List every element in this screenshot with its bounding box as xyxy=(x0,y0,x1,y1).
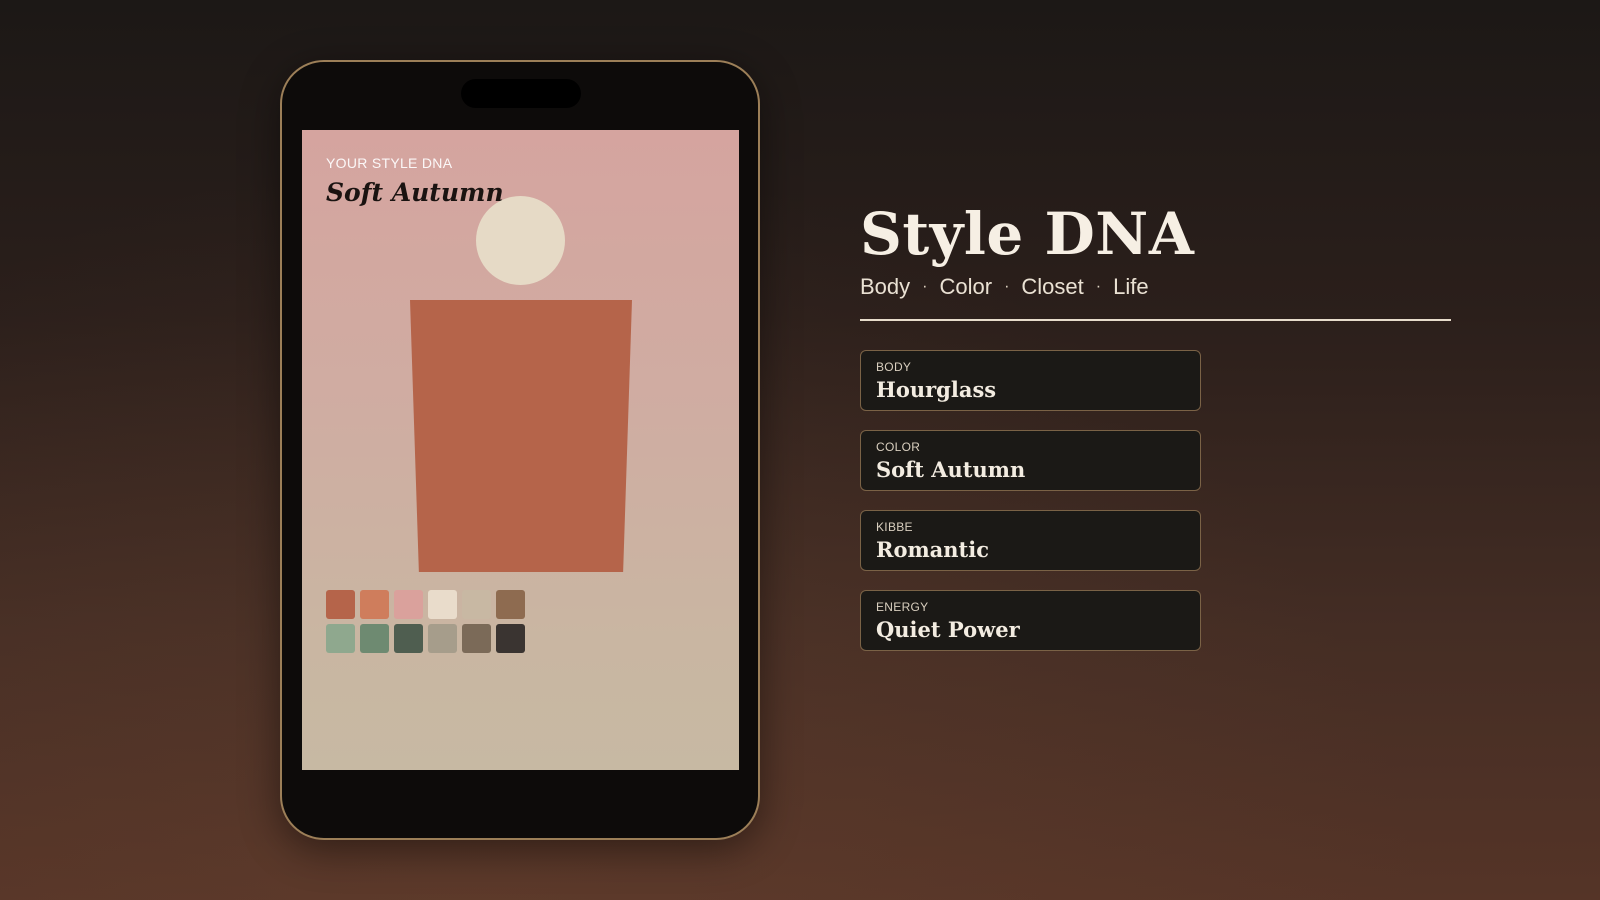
background xyxy=(0,0,1600,900)
palette-swatch[interactable] xyxy=(428,624,457,653)
tagline-item-closet: Closet xyxy=(1021,274,1084,299)
card-label: KIBBE xyxy=(876,520,913,534)
season-title: Soft Autumn xyxy=(326,178,504,207)
palette-swatch[interactable] xyxy=(462,590,491,619)
palette-swatch[interactable] xyxy=(496,624,525,653)
figure-head xyxy=(476,196,565,285)
card-energy[interactable]: ENERGY Quiet Power xyxy=(860,590,1201,651)
palette-swatch[interactable] xyxy=(394,590,423,619)
phone-mockup: YOUR STYLE DNA Soft Autumn xyxy=(280,60,760,840)
card-value: Soft Autumn xyxy=(876,457,1026,482)
phone-notch xyxy=(461,79,581,108)
tagline-item-body: Body xyxy=(860,274,911,299)
style-dna-eyebrow: YOUR STYLE DNA xyxy=(326,155,453,171)
card-value: Quiet Power xyxy=(876,617,1020,642)
hero-tagline: Body · Color · Closet · Life xyxy=(860,274,1149,300)
card-label: ENERGY xyxy=(876,600,929,614)
card-color[interactable]: COLOR Soft Autumn xyxy=(860,430,1201,491)
divider xyxy=(860,319,1451,321)
tagline-separator: · xyxy=(922,278,928,295)
attribute-cards: BODY Hourglass COLOR Soft Autumn KIBBE R… xyxy=(860,350,1201,670)
card-label: BODY xyxy=(876,360,912,374)
card-kibbe[interactable]: KIBBE Romantic xyxy=(860,510,1201,571)
palette-swatch[interactable] xyxy=(326,590,355,619)
tagline-separator: · xyxy=(1095,278,1102,295)
color-palette xyxy=(326,590,525,653)
tagline-separator: · xyxy=(1004,278,1010,295)
card-body[interactable]: BODY Hourglass xyxy=(860,350,1201,411)
card-label: COLOR xyxy=(876,440,921,454)
card-value: Hourglass xyxy=(876,377,997,402)
hero-title: Style DNA xyxy=(860,200,1195,268)
tagline-item-color: Color xyxy=(939,274,993,299)
phone-screen: YOUR STYLE DNA Soft Autumn xyxy=(302,130,739,770)
palette-swatch[interactable] xyxy=(428,590,457,619)
palette-swatch[interactable] xyxy=(360,624,389,653)
figure-torso xyxy=(410,300,632,572)
palette-swatch[interactable] xyxy=(360,590,389,619)
card-value: Romantic xyxy=(876,537,990,562)
tagline-item-life: Life xyxy=(1113,274,1149,299)
palette-swatch[interactable] xyxy=(462,624,491,653)
palette-swatch[interactable] xyxy=(496,590,525,619)
palette-swatch[interactable] xyxy=(394,624,423,653)
palette-swatch[interactable] xyxy=(326,624,355,653)
